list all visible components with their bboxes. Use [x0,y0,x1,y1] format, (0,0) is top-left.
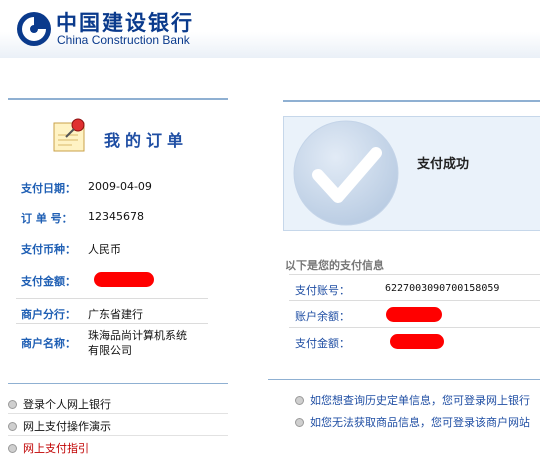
order-number-value: 12345678 [88,210,144,223]
link-personal-ebank-login[interactable]: 登录个人网上银行 [8,396,111,412]
payment-info-title: 以下是您的支付信息 [285,259,384,272]
right-panel-divider [283,100,540,102]
redacted-payment-amount [390,334,444,349]
info-divider [289,327,540,328]
payment-amount-label: 支付金额： [21,275,76,288]
currency-value: 人民币 [88,243,121,256]
order-number-label: 订 单 号： [21,212,73,225]
ccb-logo-icon [17,12,51,46]
order-title: 我的订单 [104,131,189,150]
bullet-icon [295,395,304,405]
payment-date-label: 支付日期： [21,182,76,195]
info-divider [289,300,540,301]
payment-status-text: 支付成功 [417,157,470,172]
account-balance-label: 账户余额： [295,310,350,323]
notes-divider [268,379,540,380]
payment-result-box: 支付成功 [283,116,540,231]
links-divider [8,383,228,384]
merchant-name-label: 商户名称： [21,337,76,350]
merchant-name-value-line2: 有限公司 [88,344,132,357]
bullet-icon [8,399,17,409]
redacted-balance [386,307,442,322]
info-divider [289,274,540,275]
pushpin-note-icon [53,118,85,152]
checkmark-circle-icon [293,120,399,226]
note-order-history[interactable]: 如您想查询历史定单信息，您可登录网上银行 [295,392,530,408]
bank-name-en: China Construction Bank [57,33,190,47]
link-payment-demo[interactable]: 网上支付操作演示 [8,418,111,434]
payment-date-value: 2009-04-09 [88,180,152,193]
redacted-amount [94,272,154,287]
link-payment-guide[interactable]: 网上支付指引 [8,440,89,456]
payment-amount-info-label: 支付金额： [295,337,350,350]
merchant-branch-value: 广东省建行 [88,308,143,321]
merchant-name-value-line1: 珠海品尚计算机系统 [88,329,187,342]
note-product-info[interactable]: 如您无法获取商品信息，您可登录该商户网站 [295,414,530,430]
currency-label: 支付币种： [21,243,76,256]
bullet-icon [295,417,304,427]
row-divider [16,298,208,299]
page-header: 中国建设银行 China Construction Bank [0,0,540,58]
merchant-branch-label: 商户分行： [21,308,76,321]
bullet-icon [8,443,17,453]
link-divider [8,413,228,414]
left-panel-divider [8,98,228,100]
link-divider [8,435,228,436]
row-divider [16,323,208,324]
bullet-icon [8,421,17,431]
payment-account-label: 支付账号： [295,284,350,297]
payment-account-value: 6227003090700158059 [385,283,500,294]
